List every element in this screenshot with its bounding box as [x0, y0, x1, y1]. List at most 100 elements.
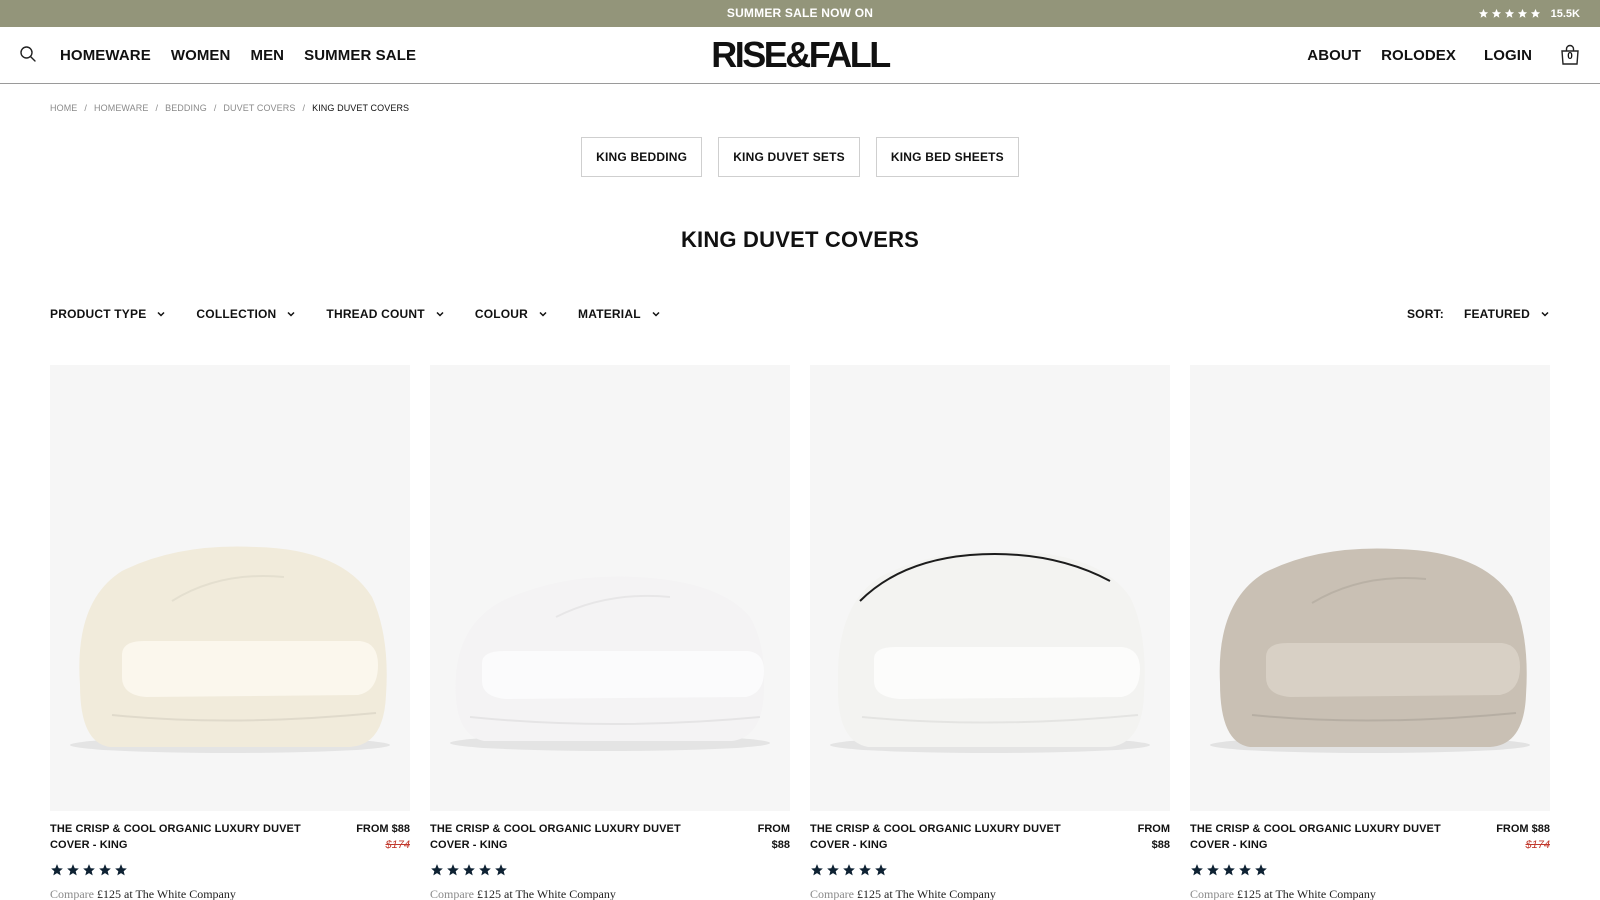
chevron-down-icon: [539, 311, 547, 317]
chevron-down-icon: [287, 311, 295, 317]
product-price: FROM $88 $174: [1496, 821, 1550, 853]
filter-label: PRODUCT TYPE: [50, 307, 147, 321]
product-rating[interactable]: [1190, 863, 1550, 877]
star-icon: [83, 864, 95, 876]
search-button[interactable]: [18, 44, 38, 64]
breadcrumb-separator: /: [213, 103, 217, 113]
product-price: FROM $88: [742, 821, 790, 853]
star-icon: [447, 864, 459, 876]
filter-collection[interactable]: COLLECTION: [196, 307, 296, 321]
quick-link-king-bed-sheets[interactable]: KING BED SHEETS: [875, 137, 1019, 177]
filter-label: COLOUR: [474, 307, 529, 321]
star-icon: [1207, 864, 1219, 876]
product-card[interactable]: THE CRISP & COOL ORGANIC LUXURY DUVET CO…: [810, 365, 1170, 900]
nav-women[interactable]: WOMEN: [171, 47, 231, 64]
price-current: FROM $88: [1496, 823, 1550, 835]
product-title[interactable]: THE CRISP & COOL ORGANIC LUXURY DUVET CO…: [1190, 821, 1465, 853]
cart-button[interactable]: 0: [1558, 43, 1582, 67]
price-comparison: Compare £125 at The White Company: [50, 887, 410, 900]
rating-count: 15.5K: [1550, 7, 1580, 20]
nav-homeware[interactable]: HOMEWARE: [60, 47, 151, 64]
nav-summer-sale[interactable]: SUMMER SALE: [304, 47, 416, 64]
product-title[interactable]: THE CRISP & COOL ORGANIC LUXURY DUVET CO…: [430, 821, 705, 853]
product-image[interactable]: [810, 365, 1170, 811]
compare-label: Compare: [50, 887, 94, 900]
store-rating[interactable]: 15.5K: [1478, 0, 1580, 27]
product-card[interactable]: THE CRISP & COOL ORGANIC LUXURY DUVET CO…: [1190, 365, 1550, 900]
star-icon: [479, 864, 491, 876]
site-logo[interactable]: RISE&FALL: [711, 37, 891, 73]
product-card[interactable]: THE CRISP & COOL ORGANIC LUXURY DUVET CO…: [430, 365, 790, 900]
star-icon: [827, 864, 839, 876]
primary-nav: HOMEWARE WOMEN MEN SUMMER SALE: [60, 27, 416, 83]
quick-links: KING BEDDING KING DUVET SETS KING BED SH…: [0, 137, 1600, 177]
rating-stars: [1478, 8, 1541, 19]
compare-text: £125 at The White Company: [857, 887, 996, 900]
product-grid: THE CRISP & COOL ORGANIC LUXURY DUVET CO…: [50, 365, 1550, 900]
star-icon: [859, 864, 871, 876]
filter-product-type[interactable]: PRODUCT TYPE: [50, 307, 166, 321]
product-rating[interactable]: [50, 863, 410, 877]
product-rating[interactable]: [810, 863, 1170, 877]
star-icon: [431, 864, 443, 876]
folded-duvet-image: [70, 546, 390, 753]
nav-rolodex[interactable]: ROLODEX: [1381, 47, 1456, 64]
breadcrumb-separator: /: [302, 103, 306, 113]
compare-text: £125 at The White Company: [477, 887, 616, 900]
product-image[interactable]: [50, 365, 410, 811]
breadcrumb: HOME / HOMEWARE / BEDDING / DUVET COVERS…: [50, 103, 409, 113]
star-icon: [463, 864, 475, 876]
star-icon: [1191, 864, 1203, 876]
nav-login[interactable]: LOGIN: [1484, 47, 1532, 64]
price-original: $174: [1525, 839, 1550, 851]
cart-count: 0: [1567, 51, 1573, 62]
compare-text: £125 at The White Company: [1237, 887, 1376, 900]
nav-men[interactable]: MEN: [250, 47, 284, 64]
quick-link-king-duvet-sets[interactable]: KING DUVET SETS: [718, 137, 860, 177]
star-icon: [1491, 8, 1501, 18]
sort-dropdown[interactable]: FEATURED: [1464, 307, 1550, 321]
nav-about[interactable]: ABOUT: [1307, 47, 1361, 64]
star-icon: [843, 864, 855, 876]
product-image[interactable]: [430, 365, 790, 811]
chevron-down-icon: [652, 311, 660, 317]
star-icon: [115, 864, 127, 876]
compare-label: Compare: [1190, 887, 1234, 900]
sort-label: SORT:: [1406, 307, 1444, 321]
filter-thread-count[interactable]: THREAD COUNT: [326, 307, 444, 321]
product-info: THE CRISP & COOL ORGANIC LUXURY DUVET CO…: [430, 821, 790, 853]
quick-link-king-bedding[interactable]: KING BEDDING: [581, 137, 703, 177]
product-card[interactable]: THE CRISP & COOL ORGANIC LUXURY DUVET CO…: [50, 365, 410, 900]
breadcrumb-home[interactable]: HOME: [50, 103, 77, 113]
star-icon: [1223, 864, 1235, 876]
breadcrumb-bedding[interactable]: BEDDING: [165, 103, 207, 113]
chevron-down-icon: [157, 311, 165, 317]
price-comparison: Compare £125 at The White Company: [1190, 887, 1550, 900]
product-info: THE CRISP & COOL ORGANIC LUXURY DUVET CO…: [1190, 821, 1550, 853]
breadcrumb-duvet-covers[interactable]: DUVET COVERS: [223, 103, 295, 113]
announcement-bar: SUMMER SALE NOW ON 15.5K: [0, 0, 1600, 27]
filter-material[interactable]: MATERIAL: [578, 307, 661, 321]
product-image[interactable]: [1190, 365, 1550, 811]
filter-colour[interactable]: COLOUR: [475, 307, 548, 321]
announcement-text[interactable]: SUMMER SALE NOW ON: [0, 0, 1600, 27]
product-info: THE CRISP & COOL ORGANIC LUXURY DUVET CO…: [810, 821, 1170, 853]
star-icon: [51, 864, 63, 876]
price-comparison: Compare £125 at The White Company: [430, 887, 790, 900]
search-icon: [20, 46, 36, 62]
breadcrumb-separator: /: [155, 103, 159, 113]
product-title[interactable]: THE CRISP & COOL ORGANIC LUXURY DUVET CO…: [50, 821, 325, 853]
product-title[interactable]: THE CRISP & COOL ORGANIC LUXURY DUVET CO…: [810, 821, 1085, 853]
price-current: FROM $88: [757, 823, 790, 851]
breadcrumb-homeware[interactable]: HOMEWARE: [94, 103, 148, 113]
star-icon: [67, 864, 79, 876]
star-icon: [1530, 8, 1540, 18]
product-rating[interactable]: [430, 863, 790, 877]
filter-bar: PRODUCT TYPE COLLECTION THREAD COUNT COL…: [50, 307, 691, 321]
folded-duvet-image: [1210, 548, 1530, 753]
compare-label: Compare: [430, 887, 474, 900]
price-current: FROM $88: [1137, 823, 1170, 851]
product-price: FROM $88 $174: [356, 821, 410, 853]
filter-label: THREAD COUNT: [326, 307, 425, 321]
chevron-down-icon: [1541, 311, 1549, 317]
